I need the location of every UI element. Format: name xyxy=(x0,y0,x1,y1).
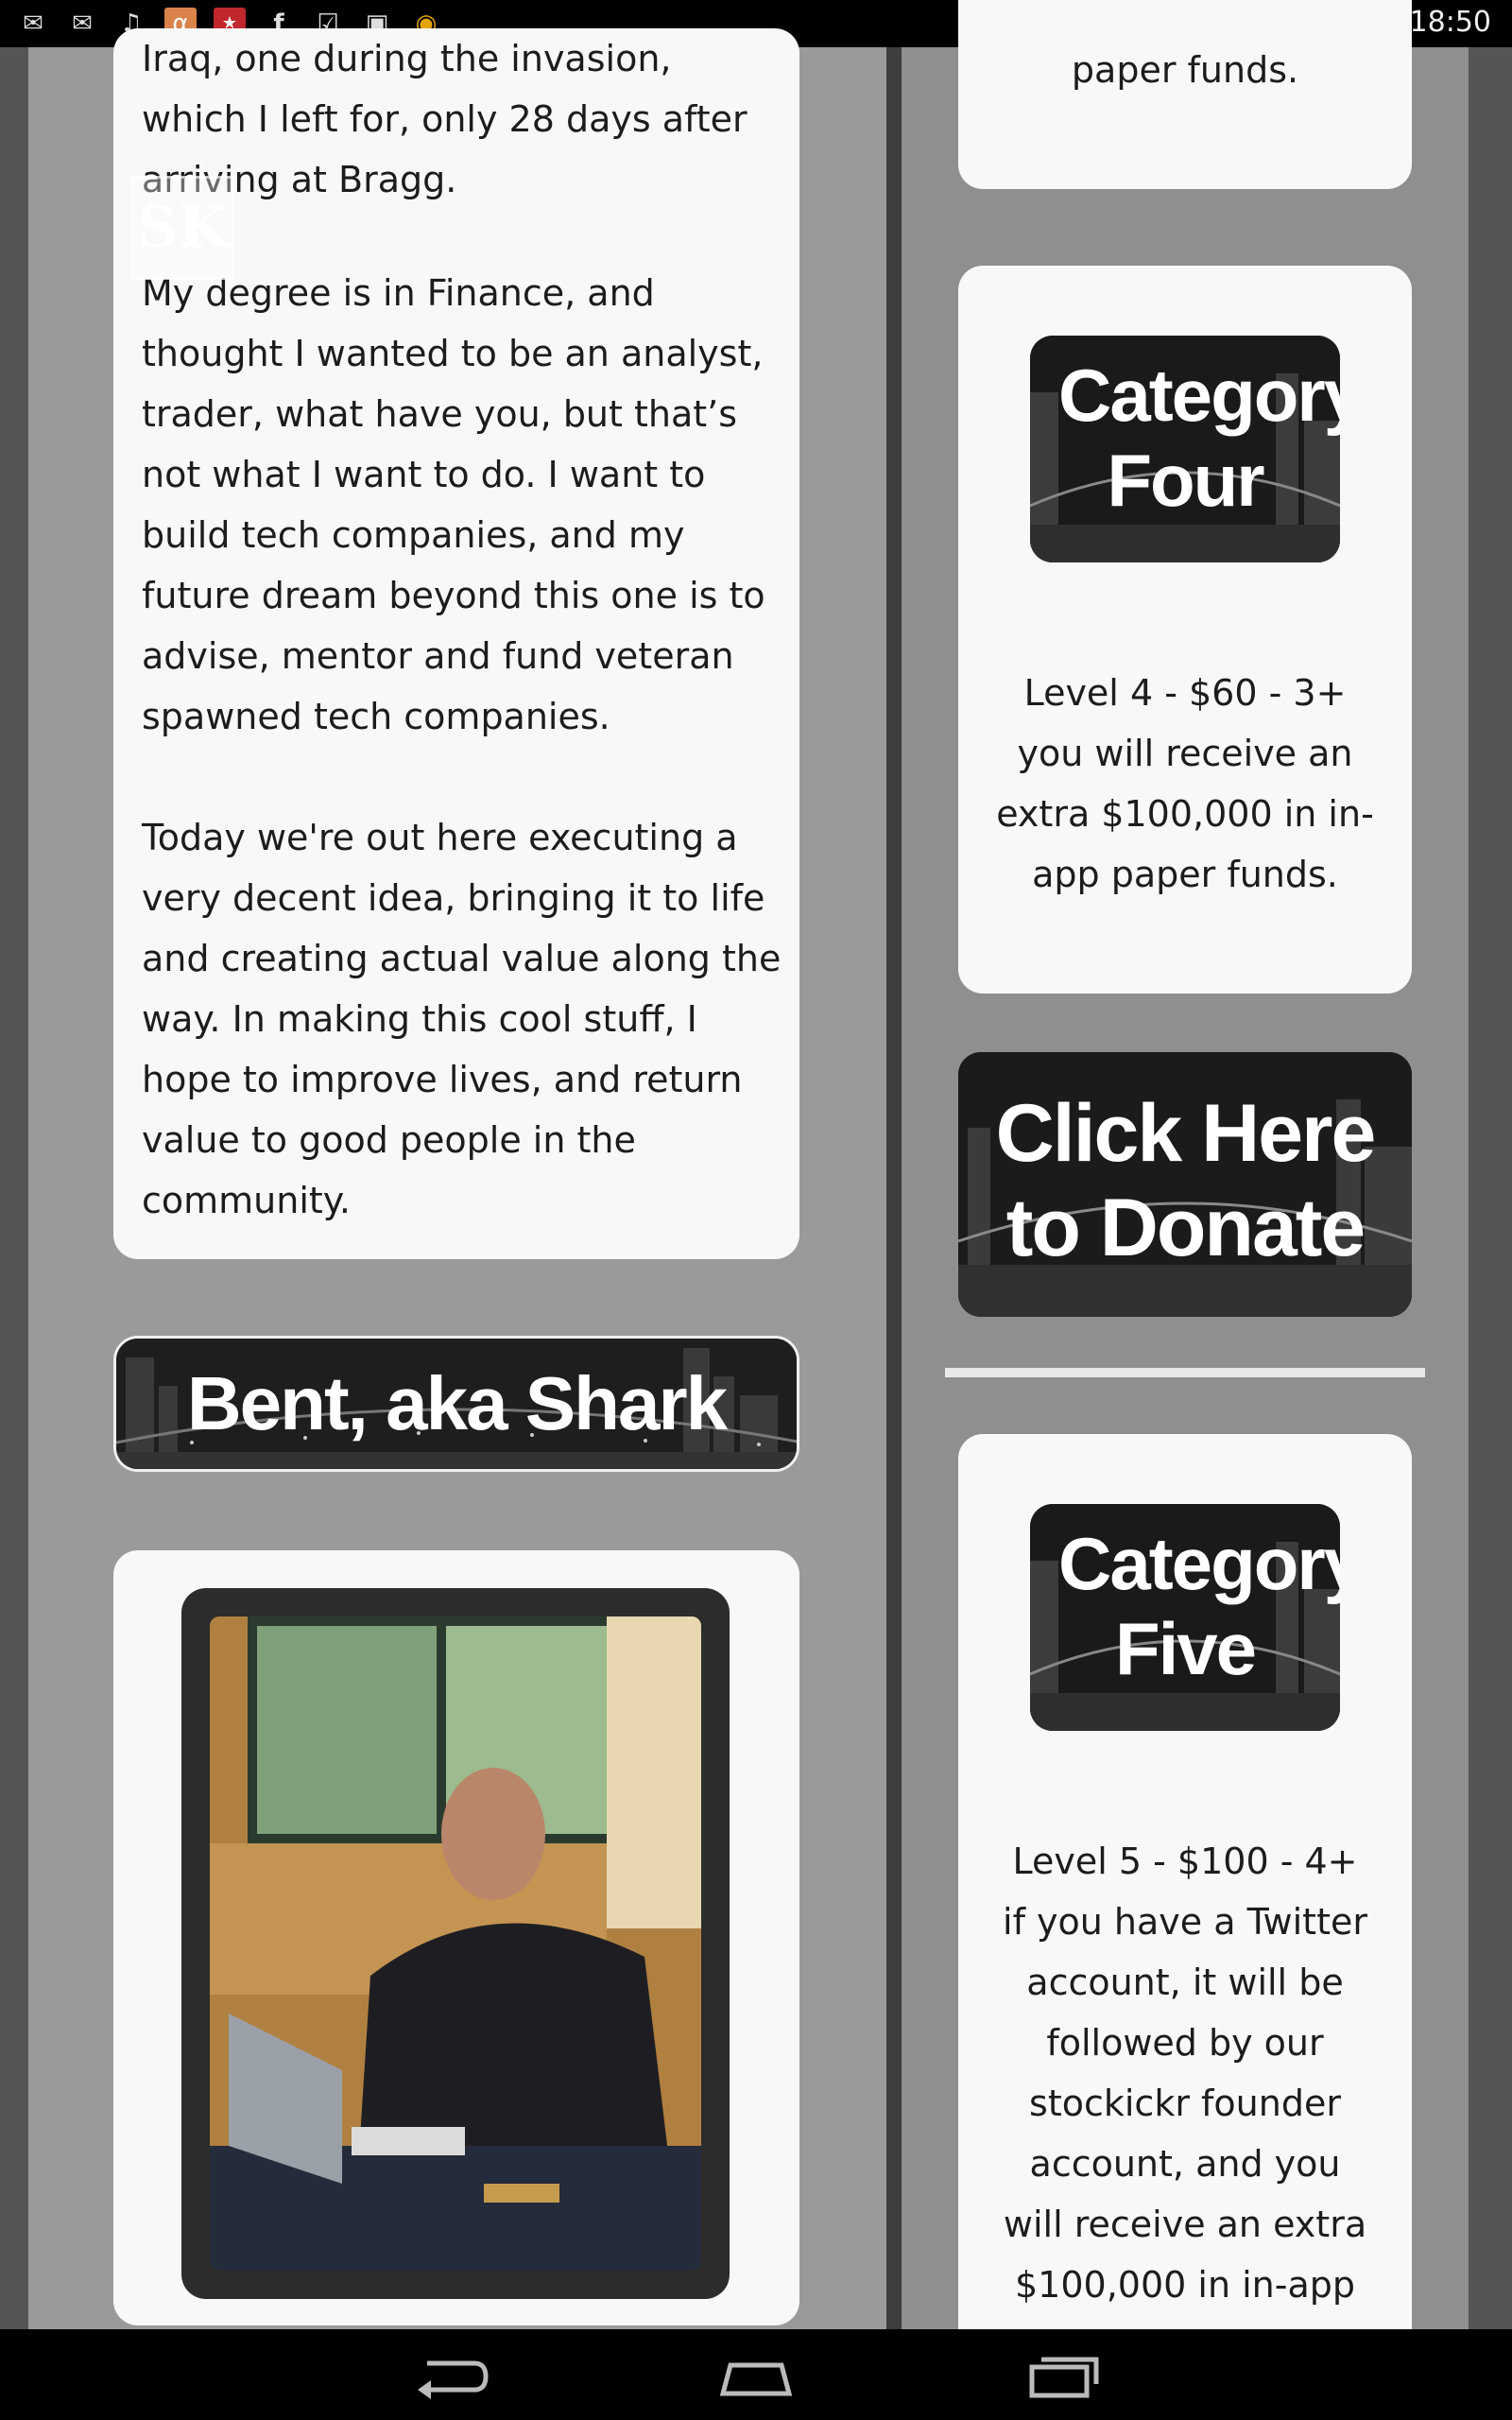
home-icon[interactable] xyxy=(713,2346,799,2403)
gmail-icon: ✉ xyxy=(23,9,43,38)
story-paragraph-top: Iraq, one during the invasion, which I l… xyxy=(142,38,759,200)
category-five-description: Level 5 - $100 - 4+ if you have a Twitte… xyxy=(1003,1841,1367,2306)
donate-button[interactable]: Click Here to Donate xyxy=(958,1052,1412,1317)
founder-photo xyxy=(210,1616,701,2271)
clock: 18:50 xyxy=(1409,6,1491,39)
category-four-title: Category Four xyxy=(1058,354,1340,522)
profile-name: Bent, aka Shark xyxy=(186,1361,728,1445)
category-five-card: Category Five Level 5 - $100 - 4+ if you… xyxy=(958,1434,1412,2329)
column-divider xyxy=(886,47,902,2329)
category-four-banner: Category Four xyxy=(1030,336,1340,562)
navigation-bar xyxy=(0,2329,1512,2420)
category-three-text-tail: paper funds. xyxy=(1071,49,1299,91)
left-edge xyxy=(0,47,28,2329)
profile-name-banner: Bent, aka Shark xyxy=(113,1336,799,1472)
photo-frame xyxy=(181,1588,730,2299)
category-four-description: Level 4 - $60 - 3+ you will receive an e… xyxy=(996,672,1374,895)
recent-apps-icon[interactable] xyxy=(1021,2346,1106,2403)
stockickr-logo[interactable]: SK xyxy=(130,176,234,280)
story-paragraph-degree: My degree is in Finance, and thought I w… xyxy=(142,272,777,737)
category-five-title: Category Five xyxy=(1058,1522,1340,1690)
donate-button-label[interactable]: Click Here to Donate xyxy=(958,1052,1412,1275)
story-paragraph-today: Today we're out here executing a very de… xyxy=(142,817,793,1221)
right-edge xyxy=(1469,47,1512,2329)
section-divider xyxy=(945,1368,1425,1377)
gmail-icon: ✉ xyxy=(72,9,93,38)
category-five-banner: Category Five xyxy=(1030,1504,1340,1731)
back-icon[interactable] xyxy=(408,2346,493,2403)
category-three-card: paper funds. xyxy=(958,0,1412,189)
category-four-card: Category Four Level 4 - $60 - 3+ you wil… xyxy=(958,266,1412,994)
